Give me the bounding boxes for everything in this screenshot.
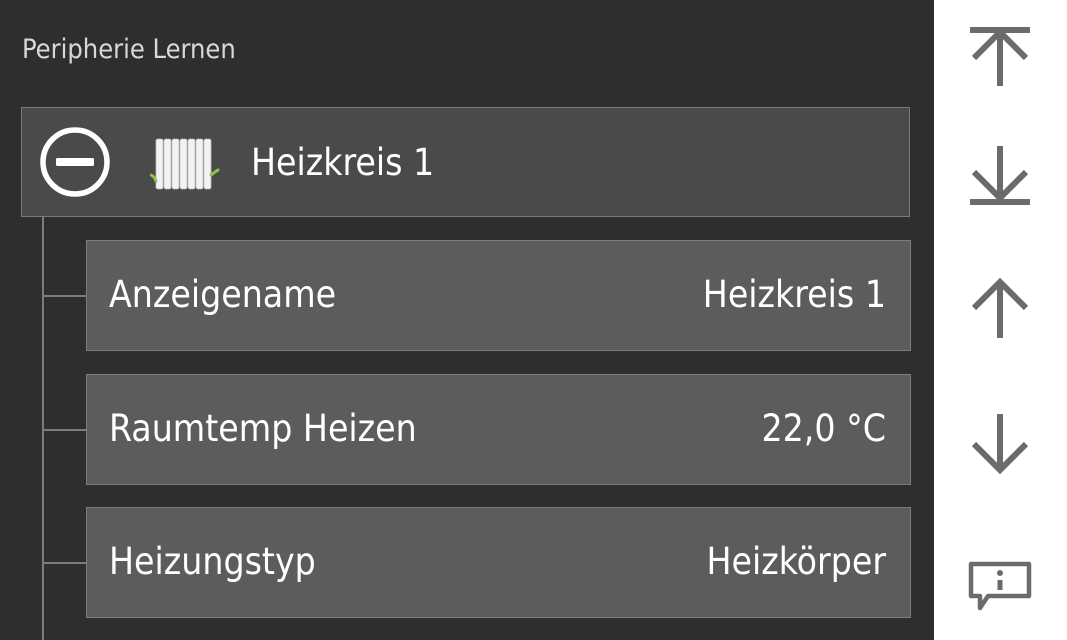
sidebar (934, 0, 1067, 640)
row-label: Anzeigename (109, 273, 337, 316)
group-header-heizkreis[interactable]: Heizkreis 1 (21, 107, 910, 217)
info-button[interactable] (964, 548, 1036, 620)
tree-connector (43, 429, 86, 431)
tree-connector (43, 562, 86, 564)
row-anzeigename[interactable]: Anzeigename Heizkreis 1 (86, 240, 911, 351)
row-value: Heizkörper (706, 540, 886, 583)
page-title: Peripherie Lernen (22, 34, 236, 65)
row-heizungstyp[interactable]: Heizungstyp Heizkörper (86, 507, 911, 618)
tree-connector (43, 295, 86, 297)
row-label: Raumtemp Heizen (109, 407, 417, 450)
minus-circle-icon[interactable] (38, 125, 112, 199)
scroll-to-bottom-icon[interactable] (964, 140, 1036, 212)
scroll-to-bottom-button[interactable] (964, 140, 1036, 212)
scroll-to-top-button[interactable] (964, 20, 1036, 92)
arrow-down-icon[interactable] (964, 406, 1036, 478)
main-panel: Peripherie Lernen Heizkreis 1 Anzeigenam… (0, 0, 934, 640)
arrow-up-icon[interactable] (964, 274, 1036, 346)
row-value: 22,0 °C (761, 407, 886, 450)
group-title: Heizkreis 1 (251, 141, 435, 184)
radiator-icon (149, 137, 224, 193)
row-label: Heizungstyp (109, 540, 316, 583)
collapse-button[interactable] (38, 125, 112, 199)
row-raumtemp-heizen[interactable]: Raumtemp Heizen 22,0 °C (86, 374, 911, 485)
scroll-down-button[interactable] (964, 406, 1036, 478)
scroll-to-top-icon[interactable] (964, 20, 1036, 92)
row-value: Heizkreis 1 (702, 273, 886, 316)
scroll-up-button[interactable] (964, 274, 1036, 346)
info-message-icon[interactable] (964, 548, 1036, 620)
